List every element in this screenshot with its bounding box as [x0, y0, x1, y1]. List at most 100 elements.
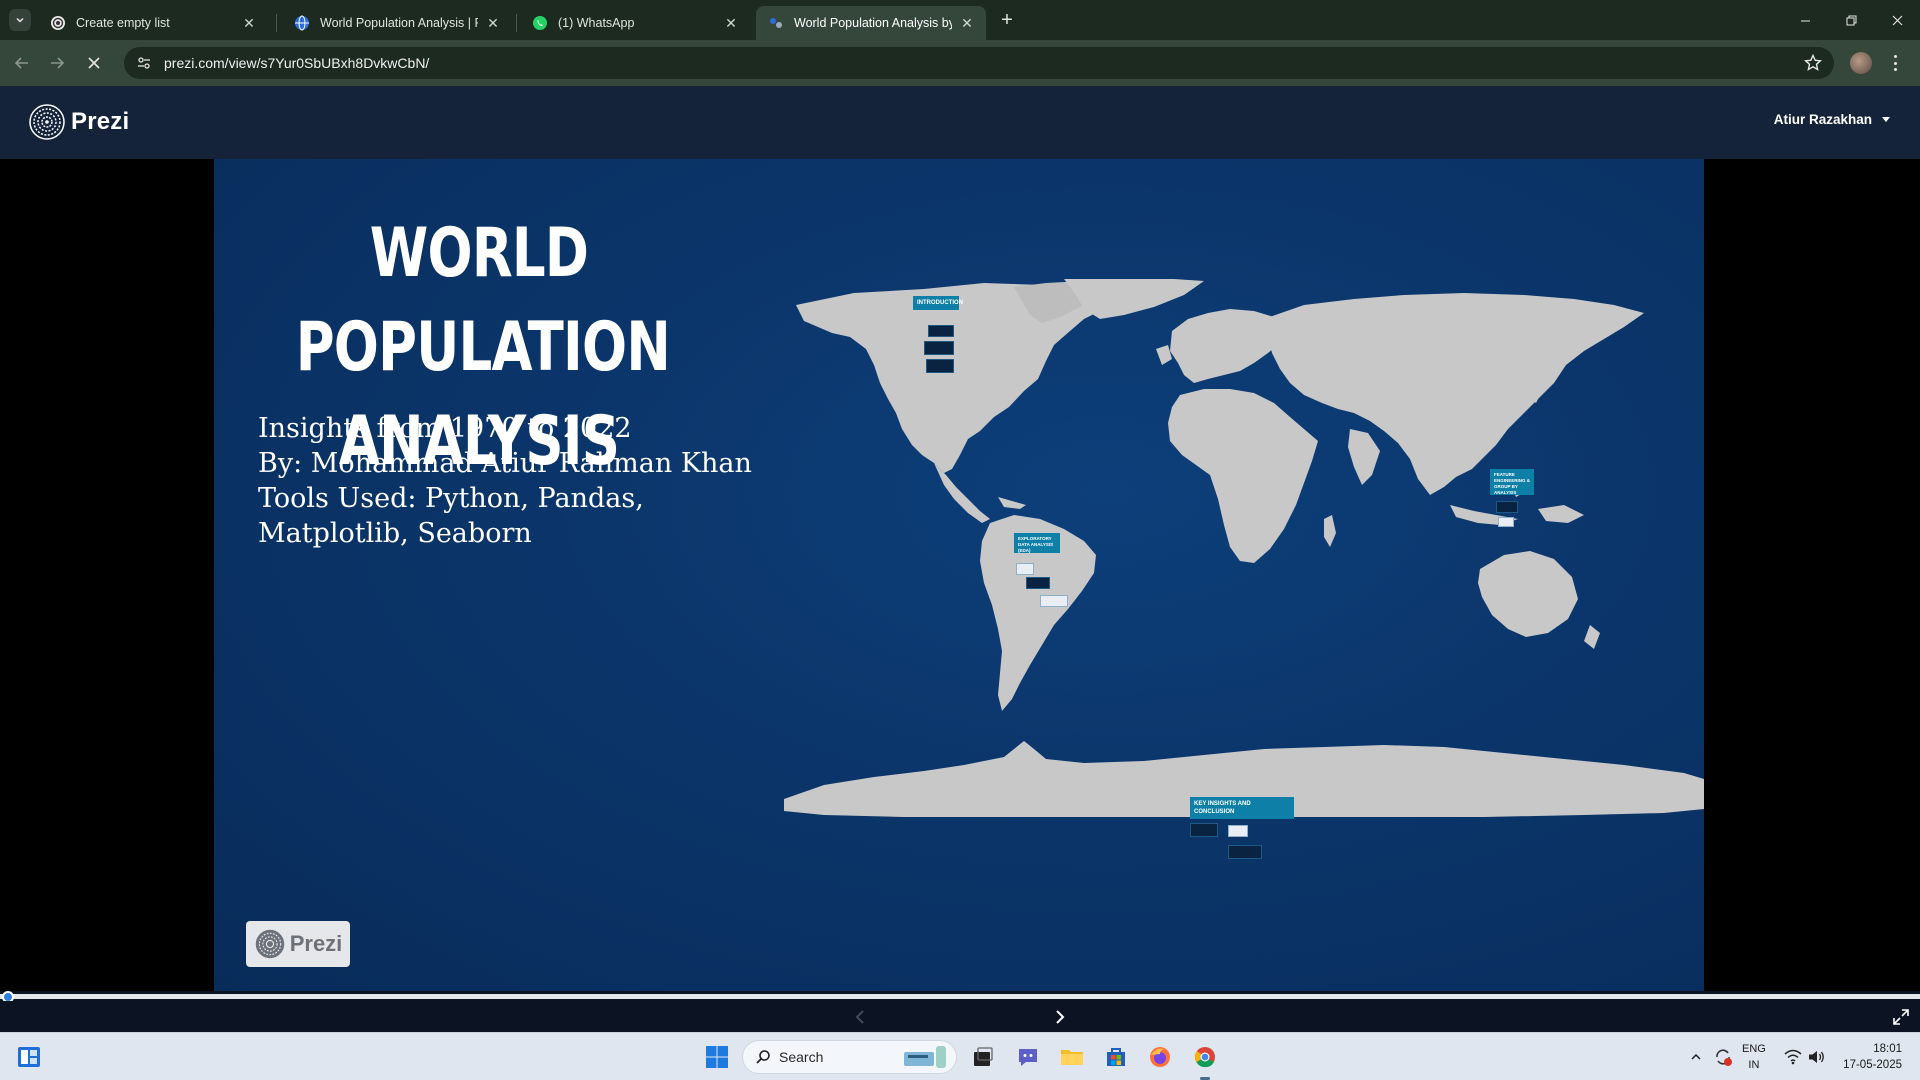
stop-loading-button[interactable]	[82, 51, 106, 75]
forward-button[interactable]	[45, 51, 69, 75]
address-bar[interactable]: prezi.com/view/s7Yur0SbUBxh8DvkwCbN/	[124, 47, 1834, 79]
task-view-icon[interactable]	[968, 1042, 998, 1072]
prezi-logo-icon	[255, 929, 284, 959]
user-name: Atiur Razakhan	[1773, 112, 1872, 127]
frame-thumbnail[interactable]	[924, 341, 954, 355]
search-highlight-icon	[904, 1046, 946, 1068]
url-text[interactable]: prezi.com/view/s7Yur0SbUBxh8DvkwCbN/	[164, 55, 429, 71]
restore-button[interactable]	[1828, 0, 1874, 40]
prezi-badge-label: Prezi	[289, 931, 343, 956]
input-language-indicator[interactable]: ENG IN	[1742, 1041, 1766, 1073]
minimize-icon	[1800, 20, 1810, 21]
close-tab-icon[interactable]: ✕	[240, 14, 258, 32]
frame-thumbnail[interactable]	[1228, 825, 1248, 837]
prezi-watermark-badge[interactable]: Prezi	[246, 921, 350, 967]
chevron-down-icon	[16, 17, 24, 23]
frame-thumbnail[interactable]	[1498, 517, 1514, 527]
restore-icon	[1846, 15, 1856, 25]
tab-title: World Population Analysis | Pre	[320, 16, 478, 30]
user-menu[interactable]: Atiur Razakhan	[1774, 112, 1890, 127]
frame-thumbnail[interactable]	[928, 325, 954, 337]
show-hidden-icons-chevron-icon[interactable]	[1681, 1042, 1711, 1072]
close-window-button[interactable]	[1874, 0, 1920, 40]
tab-title: (1) WhatsApp	[558, 16, 635, 30]
subtitle-line: Tools Used: Python, Pandas,	[258, 483, 644, 514]
presentation-stage: WORLD POPULATION ANALYSIS Insights from …	[0, 159, 1920, 991]
tab-world-population-analysis-active[interactable]: World Population Analysis by A ✕	[756, 6, 986, 40]
profile-avatar[interactable]	[1850, 52, 1872, 74]
chrome-icon[interactable]	[1190, 1042, 1220, 1072]
caret-down-icon	[1882, 117, 1890, 122]
close-tab-icon[interactable]: ✕	[958, 14, 976, 32]
file-explorer-icon[interactable]	[1057, 1042, 1087, 1072]
slide-canvas[interactable]: WORLD POPULATION ANALYSIS Insights from …	[214, 159, 1704, 991]
frame-thumbnail[interactable]	[1040, 595, 1068, 607]
whatsapp-favicon-icon	[532, 15, 548, 31]
next-step-button[interactable]	[1048, 1005, 1072, 1029]
new-tab-button[interactable]: +	[995, 8, 1019, 32]
arrow-left-icon	[14, 57, 28, 69]
tab-world-population-analysis[interactable]: World Population Analysis | Pre ✕	[282, 6, 512, 40]
frame-thumbnail[interactable]	[1016, 563, 1034, 575]
prezi-favicon-icon	[768, 15, 784, 31]
frame-thumbnail[interactable]	[1228, 845, 1262, 859]
prezi-brand: Prezi	[71, 108, 130, 135]
site-info-icon[interactable]	[134, 53, 154, 73]
presentation-progress-bar[interactable]	[0, 991, 1920, 1003]
tab-create-empty-list[interactable]: Create empty list ✕	[38, 6, 268, 40]
clock-time: 18:01	[1873, 1043, 1902, 1055]
frame-thumbnail[interactable]	[1026, 577, 1050, 589]
windows-start-icon[interactable]	[702, 1042, 732, 1072]
progress-track	[0, 994, 1920, 999]
slide-title-line: WORLD POPULATION	[295, 214, 671, 387]
prezi-logo-icon	[29, 104, 65, 140]
frame-key-insights[interactable]: KEY INSIGHTS AND CONCLUSION	[1190, 797, 1294, 819]
language-code: ENG	[1742, 1043, 1766, 1055]
widgets-icon[interactable]	[14, 1042, 44, 1072]
globe-favicon-icon	[294, 15, 310, 31]
browser-toolbar: prezi.com/view/s7Yur0SbUBxh8DvkwCbN/	[0, 40, 1920, 86]
browser-menu-icon[interactable]	[1890, 52, 1900, 74]
prezi-header: Prezi Atiur Razakhan	[0, 86, 1920, 159]
previous-step-button[interactable]	[848, 1005, 872, 1029]
chevron-left-icon	[855, 1010, 864, 1024]
region-code: IN	[1748, 1059, 1760, 1071]
frame-thumbnail[interactable]	[926, 359, 954, 373]
frame-introduction[interactable]: INTRODUCTION	[913, 296, 963, 310]
tab-search-button[interactable]	[9, 9, 31, 31]
sync-status-icon[interactable]	[1708, 1042, 1738, 1072]
bookmark-star-icon[interactable]	[1804, 54, 1822, 72]
browser-tab-strip: Create empty list ✕ World Population Ana…	[0, 0, 1920, 40]
microsoft-store-icon[interactable]	[1101, 1042, 1131, 1072]
teams-chat-icon[interactable]	[1013, 1042, 1043, 1072]
volume-icon[interactable]	[1802, 1042, 1832, 1072]
frame-thumbnail[interactable]	[1190, 823, 1218, 837]
subtitle-line: Insights from 1970 to 2022	[258, 413, 632, 444]
minimize-button[interactable]	[1782, 0, 1828, 40]
prezi-logo[interactable]: Prezi	[29, 104, 129, 140]
close-tab-icon[interactable]: ✕	[722, 14, 740, 32]
close-icon	[1892, 15, 1902, 25]
slide-subtitle: Insights from 1970 to 2022 By: Mohammad …	[258, 411, 752, 551]
chevron-right-icon	[1056, 1010, 1065, 1024]
tab-title: World Population Analysis by A	[794, 16, 952, 30]
frame-exploratory-data-analysis[interactable]: EXPLORATORY DATA ANALYSIS (EDA)	[1014, 533, 1060, 553]
search-icon	[756, 1050, 770, 1064]
back-button[interactable]	[10, 51, 34, 75]
firefox-icon[interactable]	[1145, 1042, 1175, 1072]
tab-whatsapp[interactable]: (1) WhatsApp ✕	[520, 6, 750, 40]
player-controls	[0, 1001, 1920, 1032]
search-placeholder: Search	[779, 1049, 824, 1065]
frame-thumbnail[interactable]	[1496, 501, 1518, 513]
subtitle-line: By: Mohammad Atiur Rahman Khan	[258, 448, 752, 479]
frame-feature-engineering[interactable]: FEATURE ENGINEERING & GROUP BY ANALYSIS	[1490, 469, 1534, 495]
arrow-right-icon	[51, 57, 65, 69]
subtitle-line: Matplotlib, Seaborn	[258, 518, 532, 549]
fullscreen-icon[interactable]	[1892, 1008, 1910, 1026]
world-map-image	[784, 279, 1704, 817]
clock-date: 17-05-2025	[1843, 1059, 1902, 1071]
tab-title: Create empty list	[76, 16, 170, 30]
system-clock[interactable]: 18:01 17-05-2025	[1843, 1041, 1902, 1073]
taskbar-search[interactable]: Search	[742, 1040, 957, 1074]
close-tab-icon[interactable]: ✕	[484, 14, 502, 32]
